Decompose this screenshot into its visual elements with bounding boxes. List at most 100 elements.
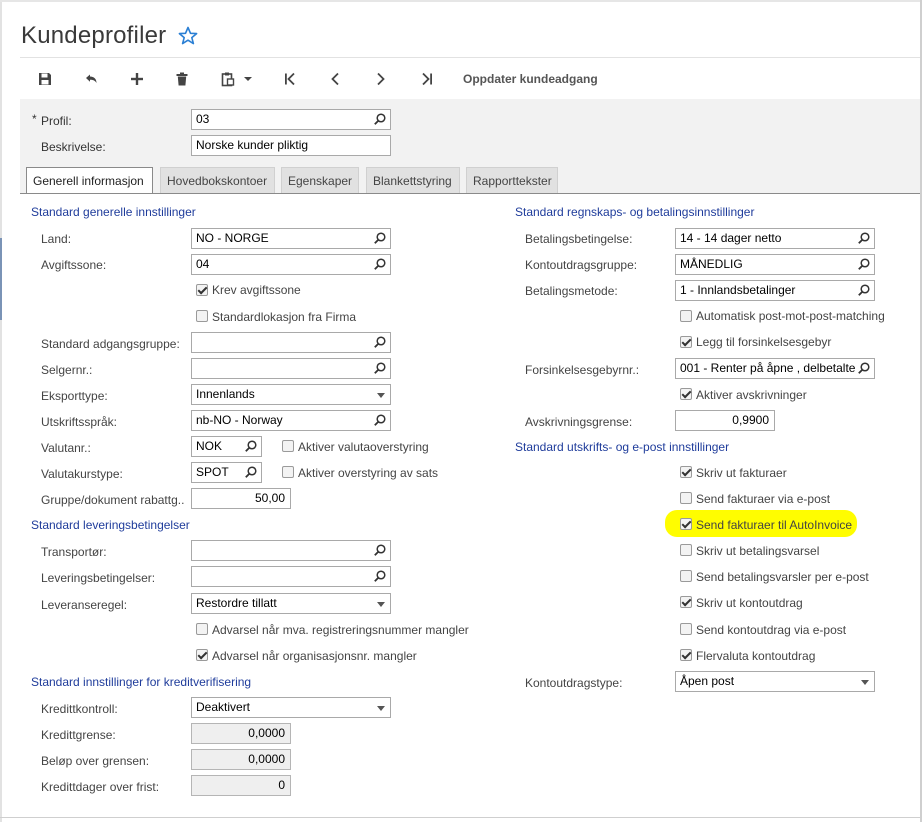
search-icon[interactable] — [244, 465, 258, 479]
add-late-fee-label: Legg til forsinkelsesgebyr — [696, 335, 832, 349]
carrier-selector[interactable] — [191, 540, 391, 561]
previous-record-icon — [331, 72, 339, 86]
print-invoices-checkbox[interactable] — [680, 466, 692, 478]
email-invoices-checkbox[interactable] — [680, 492, 692, 504]
statement-group-label: Kontoutdragsgruppe: — [525, 258, 638, 272]
save-button[interactable] — [34, 64, 56, 94]
over-limit-field: 0,0000 — [191, 749, 291, 770]
previous-record-button[interactable] — [324, 64, 346, 94]
default-location-checkbox[interactable] — [196, 310, 208, 322]
payment-terms-value: 14 - 14 dager netto — [680, 231, 782, 245]
add-button[interactable] — [126, 64, 148, 94]
tab-attributes[interactable]: Egenskaper — [281, 167, 359, 193]
search-icon[interactable] — [244, 439, 258, 453]
country-value: NO - NORGE — [196, 231, 269, 245]
email-statement-checkbox[interactable] — [680, 623, 692, 635]
next-record-icon — [377, 72, 385, 86]
export-type-dropdown[interactable]: Innenlands — [191, 384, 391, 405]
statement-group-value: MÅNEDLIG — [680, 257, 743, 271]
rate-override-checkbox[interactable] — [282, 466, 294, 478]
salesperson-selector[interactable] — [191, 358, 391, 379]
tab-report-texts[interactable]: Rapporttekster — [466, 167, 558, 193]
search-icon[interactable] — [373, 257, 387, 271]
search-icon[interactable] — [373, 361, 387, 375]
payment-terms-selector[interactable]: 14 - 14 dager netto — [675, 228, 875, 249]
late-fee-label: Forsinkelsesgebyrnr.: — [525, 363, 640, 377]
print-dunning-checkbox[interactable] — [680, 544, 692, 556]
enable-writeoff-checkbox[interactable] — [680, 388, 692, 400]
late-fee-value: 001 - Renter på åpne , delbetalte — [680, 361, 856, 375]
tab-form-management[interactable]: Blankettstyring — [366, 167, 460, 193]
shipping-rule-dropdown[interactable]: Restordre tillatt — [191, 593, 391, 614]
description-label: Beskrivelse: — [41, 140, 106, 154]
country-selector[interactable]: NO - NORGE — [191, 228, 391, 249]
tab-ledger-accounts[interactable]: Hovedbokskontoer — [160, 167, 275, 193]
autoinvoice-checkbox[interactable] — [680, 518, 692, 530]
currency-override-label: Aktiver valutaoverstyring — [298, 440, 429, 454]
chevron-down-icon — [244, 77, 252, 81]
search-icon[interactable] — [373, 543, 387, 557]
copy-paste-dropdown[interactable] — [217, 64, 257, 94]
tax-zone-selector[interactable]: 04 — [191, 254, 391, 275]
auto-matching-label: Automatisk post-mot-post-matching — [696, 309, 885, 323]
first-record-icon — [285, 72, 295, 86]
floppy-disk-icon — [39, 73, 51, 85]
statement-type-dropdown[interactable]: Åpen post — [675, 671, 875, 692]
late-fee-selector[interactable]: 001 - Renter på åpne , delbetalte — [675, 358, 875, 379]
profile-selector[interactable]: 03 — [191, 109, 391, 130]
search-icon[interactable] — [373, 335, 387, 349]
require-tax-zone-label: Krev avgiftssone — [212, 283, 301, 297]
search-icon[interactable] — [373, 112, 387, 126]
search-icon[interactable] — [373, 231, 387, 245]
search-icon[interactable] — [857, 257, 871, 271]
last-record-button[interactable] — [416, 64, 438, 94]
payment-method-selector[interactable]: 1 - Innlandsbetalinger — [675, 280, 875, 301]
description-field[interactable]: Norske kunder pliktig — [191, 135, 391, 156]
tab-general-info[interactable]: Generell informasjon — [26, 167, 153, 194]
delete-button[interactable] — [171, 64, 193, 94]
payment-method-label: Betalingsmetode: — [525, 284, 618, 298]
rate-type-selector[interactable]: SPOT — [191, 462, 262, 483]
require-tax-zone-checkbox[interactable] — [196, 284, 208, 296]
statement-group-selector[interactable]: MÅNEDLIG — [675, 254, 875, 275]
search-icon[interactable] — [857, 283, 871, 297]
next-record-button[interactable] — [370, 64, 392, 94]
access-group-selector[interactable] — [191, 332, 391, 353]
favorite-star-icon[interactable] — [178, 26, 198, 46]
print-statement-checkbox[interactable] — [680, 596, 692, 608]
add-late-fee-checkbox[interactable] — [680, 336, 692, 348]
left-edge-accent — [0, 238, 2, 320]
search-icon[interactable] — [857, 231, 871, 245]
over-limit-value: 0,0000 — [248, 752, 285, 766]
print-language-selector[interactable]: nb-NO - Norway — [191, 410, 391, 431]
currency-selector[interactable]: NOK — [191, 436, 262, 457]
print-language-value: nb-NO - Norway — [196, 413, 283, 427]
search-icon[interactable] — [373, 569, 387, 583]
group-discount-field[interactable]: 50,00 — [191, 488, 291, 509]
export-type-value: Innenlands — [196, 387, 255, 401]
over-limit-label: Beløp over grensen: — [41, 754, 150, 768]
credit-check-label: Kredittkontroll: — [41, 702, 118, 716]
first-record-button[interactable] — [279, 64, 301, 94]
delivery-terms-selector[interactable] — [191, 566, 391, 587]
search-icon[interactable] — [373, 413, 387, 427]
undo-button[interactable] — [80, 64, 102, 94]
tax-zone-label: Avgiftssone: — [41, 258, 107, 272]
carrier-label: Transportør: — [41, 545, 107, 559]
warn-vat-missing-checkbox[interactable] — [196, 623, 208, 635]
credit-check-dropdown[interactable]: Deaktivert — [191, 697, 391, 718]
group-discount-value: 50,00 — [254, 491, 285, 505]
clipboard-icon — [221, 72, 235, 87]
page-title: Kundeprofiler — [21, 22, 167, 49]
search-icon[interactable] — [857, 361, 871, 375]
currency-label: Valutanr.: — [41, 441, 91, 455]
update-customer-access-button[interactable]: Oppdater kundeadgang — [463, 72, 598, 86]
multicurrency-statement-checkbox[interactable] — [680, 649, 692, 661]
currency-override-checkbox[interactable] — [282, 440, 294, 452]
writeoff-limit-field[interactable]: 0,9900 — [675, 410, 775, 431]
auto-matching-checkbox[interactable] — [680, 310, 692, 322]
warn-org-missing-checkbox[interactable] — [196, 649, 208, 661]
country-label: Land: — [41, 232, 72, 246]
profile-value: 03 — [196, 112, 210, 126]
email-dunning-checkbox[interactable] — [680, 570, 692, 582]
